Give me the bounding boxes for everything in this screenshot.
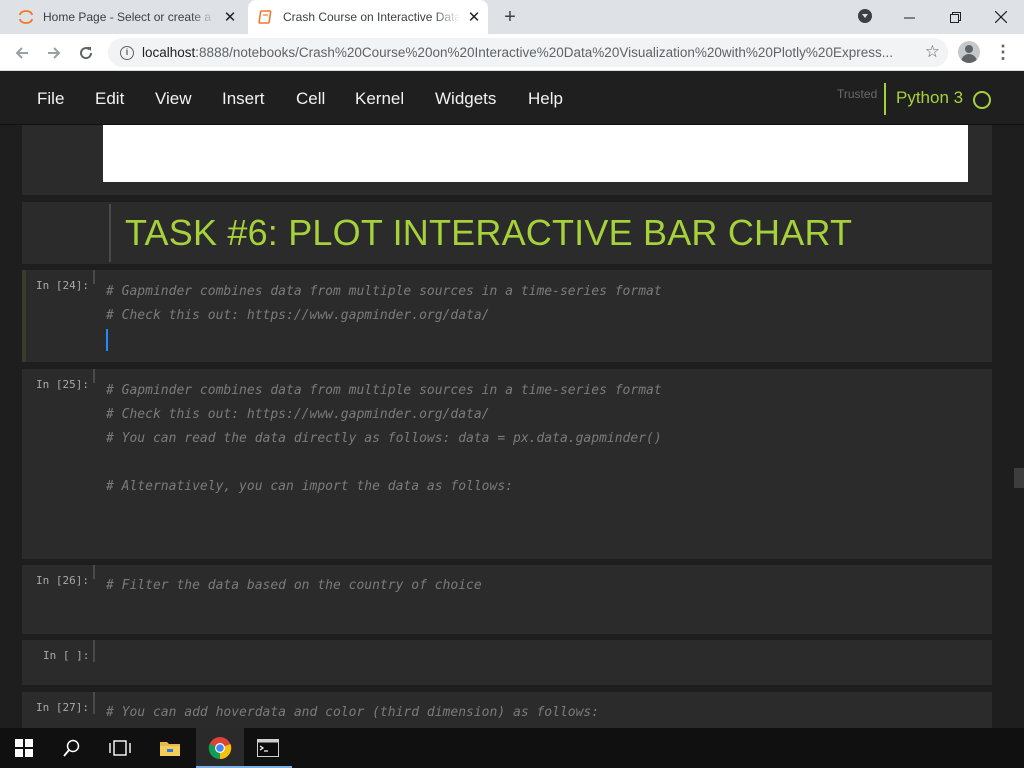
minimize-button[interactable] [886,0,932,34]
code-line[interactable]: # Check this out: https://www.gapminder.… [106,308,490,323]
minimize-icon [903,17,915,18]
close-icon [995,11,1007,23]
url-host: localhost [142,45,196,60]
url-path: :8888/notebooks/Crash%20Course%20on%20In… [195,45,893,60]
browser-tab-strip: Home Page - Select or create a notebook … [0,0,1024,34]
scrollbar-thumb[interactable] [1014,468,1024,488]
input-prompt: In [27]: [36,701,89,714]
cell-input-divider [93,565,95,579]
profile-icon[interactable] [958,41,980,63]
file-explorer-button[interactable] [146,728,194,768]
menu-edit[interactable]: Edit [95,89,124,109]
menu-help[interactable]: Help [528,89,563,109]
menu-kernel[interactable]: Kernel [355,89,404,109]
terminal-taskbar-button[interactable] [244,728,292,768]
menu-view[interactable]: View [155,89,192,109]
star-icon[interactable]: ☆ [925,42,940,62]
restore-button[interactable] [932,0,978,34]
code-line[interactable]: # Alternatively, you can import the data… [106,479,513,494]
input-prompt: In [25]: [36,378,89,391]
code-line[interactable]: # Gapminder combines data from multiple … [106,383,662,398]
restore-icon [949,11,961,23]
search-button[interactable] [48,728,96,768]
tab-home-page[interactable]: Home Page - Select or create a notebook … [8,0,244,34]
notebook-favicon-icon [258,10,272,24]
close-tab-icon[interactable]: ✕ [460,8,488,26]
windows-taskbar [0,728,1024,768]
menu-file[interactable]: File [37,89,64,109]
cell-input-divider [93,270,95,284]
output-area [103,125,968,182]
task-view-icon [109,740,131,756]
windows-start-icon [15,739,33,757]
terminal-icon [257,739,279,757]
file-explorer-icon [160,742,180,756]
close-window-button[interactable] [978,0,1024,34]
new-tab-button[interactable]: + [498,5,522,29]
back-button[interactable] [9,40,35,66]
jupyter-menubar: File Edit View Insert Cell Kernel Widget… [0,71,1024,125]
menu-icon[interactable]: ⋮ [994,42,1012,62]
forward-icon [48,47,61,59]
code-cell-27[interactable]: In [27]: # You can add hoverdata and col… [22,692,992,728]
kernel-status-icon [973,91,991,109]
cell-input-divider [93,692,95,714]
reload-icon [80,47,93,60]
trusted-indicator[interactable]: Trusted [837,87,877,101]
code-line[interactable]: # Filter the data based on the country o… [106,578,482,593]
forward-button[interactable] [41,40,67,66]
chrome-taskbar-button[interactable] [196,728,244,768]
back-icon [15,47,28,59]
tab-title: Crash Course on Interactive Data Visuali… [283,10,460,24]
task-heading: TASK #6: PLOT INTERACTIVE BAR CHART [125,212,853,253]
cell-input-divider [93,369,95,383]
menu-insert[interactable]: Insert [222,89,265,109]
code-line[interactable]: # Gapminder combines data from multiple … [106,284,662,299]
menu-cell[interactable]: Cell [296,89,325,109]
markdown-cell[interactable]: TASK #6: PLOT INTERACTIVE BAR CHART [22,202,992,264]
jupyter-favicon-icon [19,10,33,24]
info-icon[interactable]: i [120,45,134,60]
kernel-divider [884,83,886,115]
menu-widgets[interactable]: Widgets [435,89,496,109]
task-view-button[interactable] [96,728,144,768]
address-bar[interactable]: i localhost:8888/notebooks/Crash%20Cours… [108,38,948,67]
input-prompt: In [24]: [36,279,89,292]
browser-toolbar: i localhost:8888/notebooks/Crash%20Cours… [0,34,1024,71]
code-line[interactable]: # Check this out: https://www.gapminder.… [106,407,490,422]
input-prompt: In [ ]: [43,649,90,662]
tab-search-icon[interactable] [858,9,872,23]
code-line[interactable]: # You can add hoverdata and color (third… [106,705,599,720]
close-tab-icon[interactable]: ✕ [216,8,244,26]
code-cell-25[interactable]: In [25]: # Gapminder combines data from … [22,369,992,559]
code-cell-26[interactable]: In [26]: # Filter the data based on the … [22,565,992,634]
scrollbar[interactable] [1012,125,1024,728]
code-cell-24[interactable]: In [24]: # Gapminder combines data from … [22,270,992,362]
notebook-area: TASK #6: PLOT INTERACTIVE BAR CHART In [… [0,125,1024,728]
search-icon [63,739,80,757]
tab-crash-course[interactable]: Crash Course on Interactive Data Visuali… [248,0,488,34]
text-cursor [106,329,108,351]
cell-input-divider [93,640,95,662]
kernel-name[interactable]: Python 3 [896,88,963,108]
chrome-icon [208,737,232,760]
tab-title: Home Page - Select or create a notebook [43,10,216,24]
input-prompt: In [26]: [36,574,89,587]
url-text: localhost:8888/notebooks/Crash%20Course%… [142,45,907,60]
code-line[interactable]: # You can read the data directly as foll… [106,431,662,446]
cell-input-divider [109,204,111,262]
reload-button[interactable] [73,40,99,66]
code-cell-empty[interactable]: In [ ]: [22,640,992,685]
start-button[interactable] [0,728,48,768]
